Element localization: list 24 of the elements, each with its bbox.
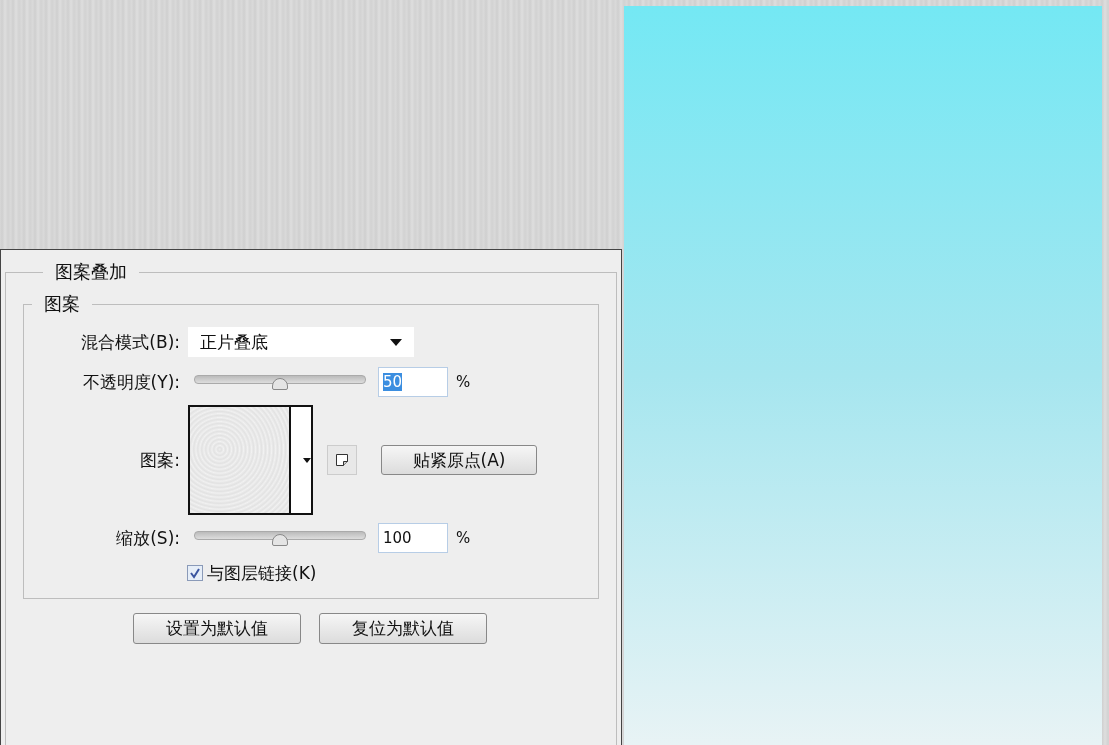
field-label: 缩放(S): [115,526,180,550]
snap-to-origin-button[interactable]: 贴紧原点(A) [381,445,537,475]
dialog-button[interactable]: 复位为默认值 [319,613,487,644]
unit-label: % [456,373,471,391]
field-label: 混合模式(B): [80,330,180,354]
new-preset-button[interactable] [327,445,357,475]
caret-icon [303,457,311,463]
caret-icon [390,338,402,346]
field-label: 图案: [139,448,180,472]
slider[interactable] [194,373,366,391]
group-title: 图案 [43,292,81,316]
checkbox-label: 与图层链接(K) [207,561,317,585]
page-icon [335,453,349,467]
field-value: 100 [383,529,412,547]
scale-field[interactable]: 100 [378,523,448,553]
group-title: 图案叠加 [54,260,128,284]
dialog-button[interactable]: 设置为默认值 [133,613,301,644]
selected-text: 50 [383,373,403,391]
field-label: 不透明度(Y): [81,370,180,394]
slider[interactable] [194,529,366,547]
checkbox[interactable] [187,565,203,581]
pattern-picker[interactable] [188,405,313,515]
unit-label: % [456,529,471,547]
blend-mode-dropdown[interactable]: 正片叠底 [188,327,414,357]
